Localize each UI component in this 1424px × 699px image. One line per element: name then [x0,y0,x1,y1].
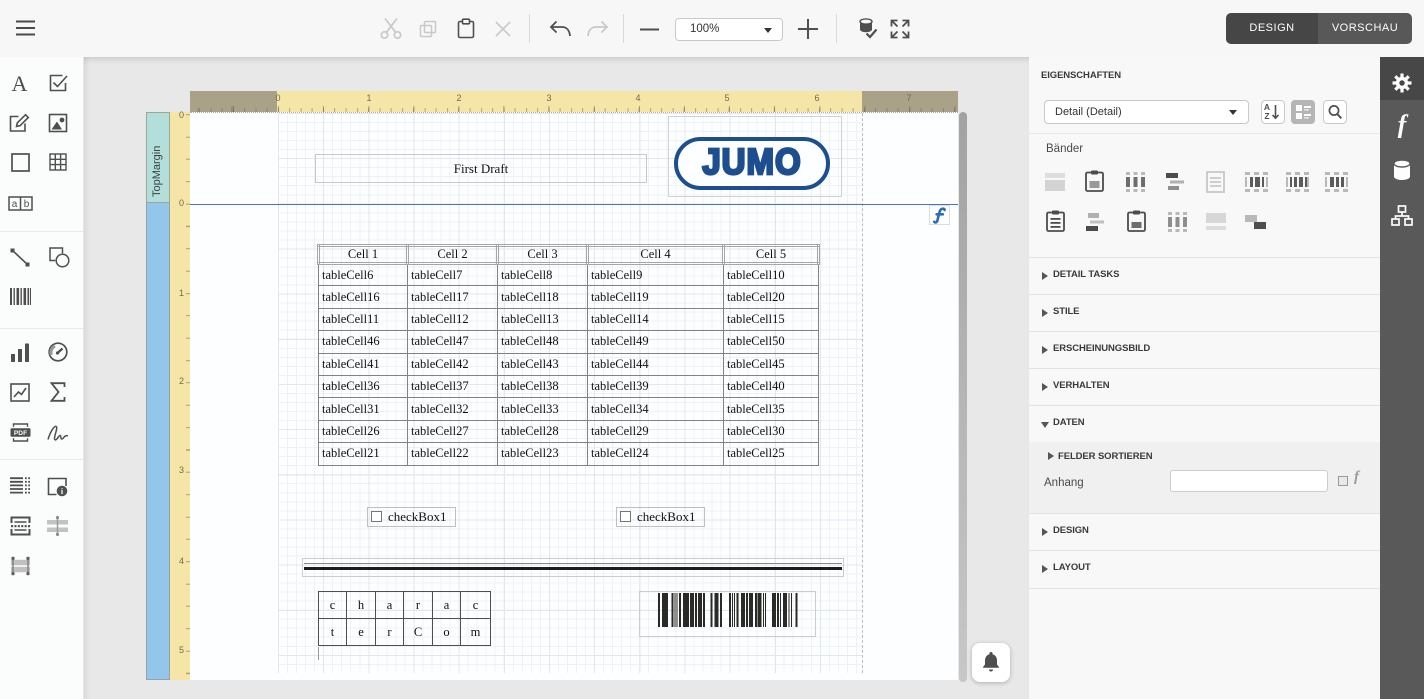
svg-text:Z: Z [1264,111,1269,121]
svg-text:a: a [12,199,18,210]
svg-text:PDF: PDF [14,430,27,437]
svg-text:b: b [24,199,30,210]
svg-text:f: f [1398,112,1409,138]
svg-text:A: A [12,74,28,94]
